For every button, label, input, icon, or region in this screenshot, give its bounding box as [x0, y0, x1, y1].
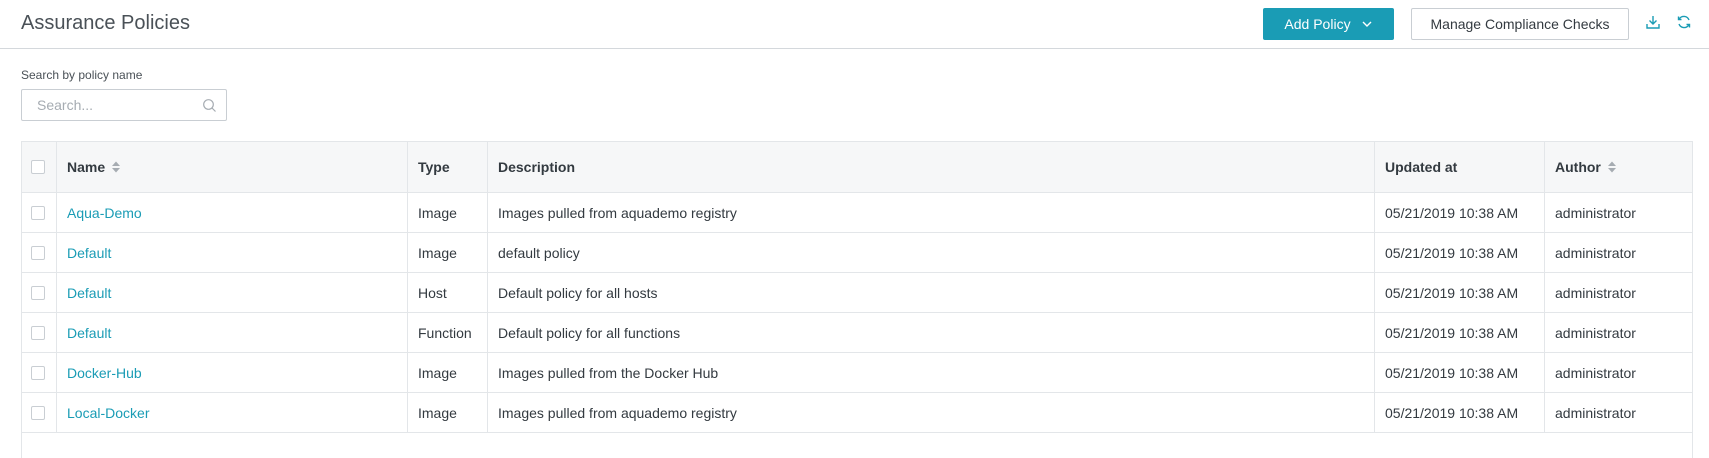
policy-name-link[interactable]: Docker-Hub: [67, 365, 142, 381]
type-cell: Image: [408, 393, 488, 432]
type-cell: Image: [408, 233, 488, 272]
policy-name-link[interactable]: Default: [67, 245, 111, 261]
column-header-author[interactable]: Author: [1545, 142, 1692, 192]
sort-icon[interactable]: [111, 160, 121, 174]
name-cell: Default: [57, 313, 408, 352]
refresh-icon[interactable]: [1674, 12, 1694, 32]
author-cell: administrator: [1555, 244, 1636, 261]
table-row: Aqua-Demo Image Images pulled from aquad…: [22, 193, 1692, 233]
type-cell: Function: [408, 313, 488, 352]
updated-cell: 05/21/2019 10:38 AM: [1375, 393, 1545, 432]
column-header-name[interactable]: Name: [57, 142, 408, 192]
row-select-cell: [22, 313, 57, 352]
row-select-cell: [22, 393, 57, 432]
name-cell: Local-Docker: [57, 393, 408, 432]
policy-name-link[interactable]: Aqua-Demo: [67, 205, 142, 221]
updated-cell: 05/21/2019 10:38 AM: [1375, 193, 1545, 232]
description-cell: Default policy for all functions: [488, 313, 1375, 352]
column-label-author: Author: [1555, 159, 1601, 175]
column-header-updated: Updated at: [1375, 142, 1545, 192]
type-cell: Image: [408, 193, 488, 232]
row-select-cell: [22, 193, 57, 232]
row-checkbox[interactable]: [31, 365, 45, 380]
row-checkbox[interactable]: [31, 245, 45, 260]
author-cell: administrator: [1555, 284, 1636, 301]
select-all-cell: [22, 142, 57, 192]
updated-cell: 05/21/2019 10:38 AM: [1375, 233, 1545, 272]
row-checkbox[interactable]: [31, 285, 45, 300]
description-cell: Images pulled from aquademo registry: [488, 193, 1375, 232]
table-header-row: Name Type Description Updated at Author: [22, 142, 1692, 193]
column-header-type: Type: [408, 142, 488, 192]
row-select-cell: [22, 233, 57, 272]
row-checkbox[interactable]: [31, 325, 45, 340]
manage-compliance-checks-button[interactable]: Manage Compliance Checks: [1411, 8, 1629, 40]
row-checkbox[interactable]: [31, 205, 45, 220]
name-cell: Default: [57, 233, 408, 272]
column-label-name: Name: [67, 159, 106, 175]
author-cell: administrator: [1555, 364, 1636, 381]
author-cell: administrator: [1555, 404, 1636, 421]
name-cell: Aqua-Demo: [57, 193, 408, 232]
policy-name-link[interactable]: Default: [67, 325, 111, 341]
row-select-cell: [22, 273, 57, 312]
chevron-down-icon: [1362, 21, 1372, 27]
updated-cell: 05/21/2019 10:38 AM: [1375, 313, 1545, 352]
sort-icon[interactable]: [1607, 160, 1617, 174]
description-cell: Default policy for all hosts: [488, 273, 1375, 312]
row-select-cell: [22, 353, 57, 392]
name-cell: Docker-Hub: [57, 353, 408, 392]
column-header-description: Description: [488, 142, 1375, 192]
name-cell: Default: [57, 273, 408, 312]
search-icon[interactable]: [202, 98, 217, 113]
policies-table: Name Type Description Updated at Author …: [21, 141, 1693, 458]
table-row: Docker-Hub Image Images pulled from the …: [22, 353, 1692, 393]
policy-name-link[interactable]: Local-Docker: [67, 405, 149, 421]
table-row: Default Function Default policy for all …: [22, 313, 1692, 353]
type-cell: Image: [408, 353, 488, 392]
add-policy-label: Add Policy: [1284, 16, 1351, 32]
description-cell: Images pulled from the Docker Hub: [488, 353, 1375, 392]
description-cell: Images pulled from aquademo registry: [488, 393, 1375, 432]
table-row: Local-Docker Image Images pulled from aq…: [22, 393, 1692, 433]
search-field: [21, 89, 227, 121]
type-cell: Host: [408, 273, 488, 312]
author-cell: administrator: [1555, 324, 1636, 341]
page-header: Assurance Policies Add Policy Manage Com…: [0, 0, 1709, 49]
add-policy-button[interactable]: Add Policy: [1263, 8, 1394, 40]
search-input[interactable]: [22, 90, 202, 120]
author-cell: administrator: [1555, 204, 1636, 221]
page-title: Assurance Policies: [21, 12, 190, 34]
policy-name-link[interactable]: Default: [67, 285, 111, 301]
updated-cell: 05/21/2019 10:38 AM: [1375, 353, 1545, 392]
select-all-checkbox[interactable]: [31, 160, 45, 174]
description-cell: default policy: [488, 233, 1375, 272]
search-label: Search by policy name: [21, 68, 143, 82]
download-icon[interactable]: [1643, 12, 1663, 32]
updated-cell: 05/21/2019 10:38 AM: [1375, 273, 1545, 312]
table-row: Default Host Default policy for all host…: [22, 273, 1692, 313]
row-checkbox[interactable]: [31, 405, 45, 420]
table-row: Default Image default policy 05/21/2019 …: [22, 233, 1692, 273]
